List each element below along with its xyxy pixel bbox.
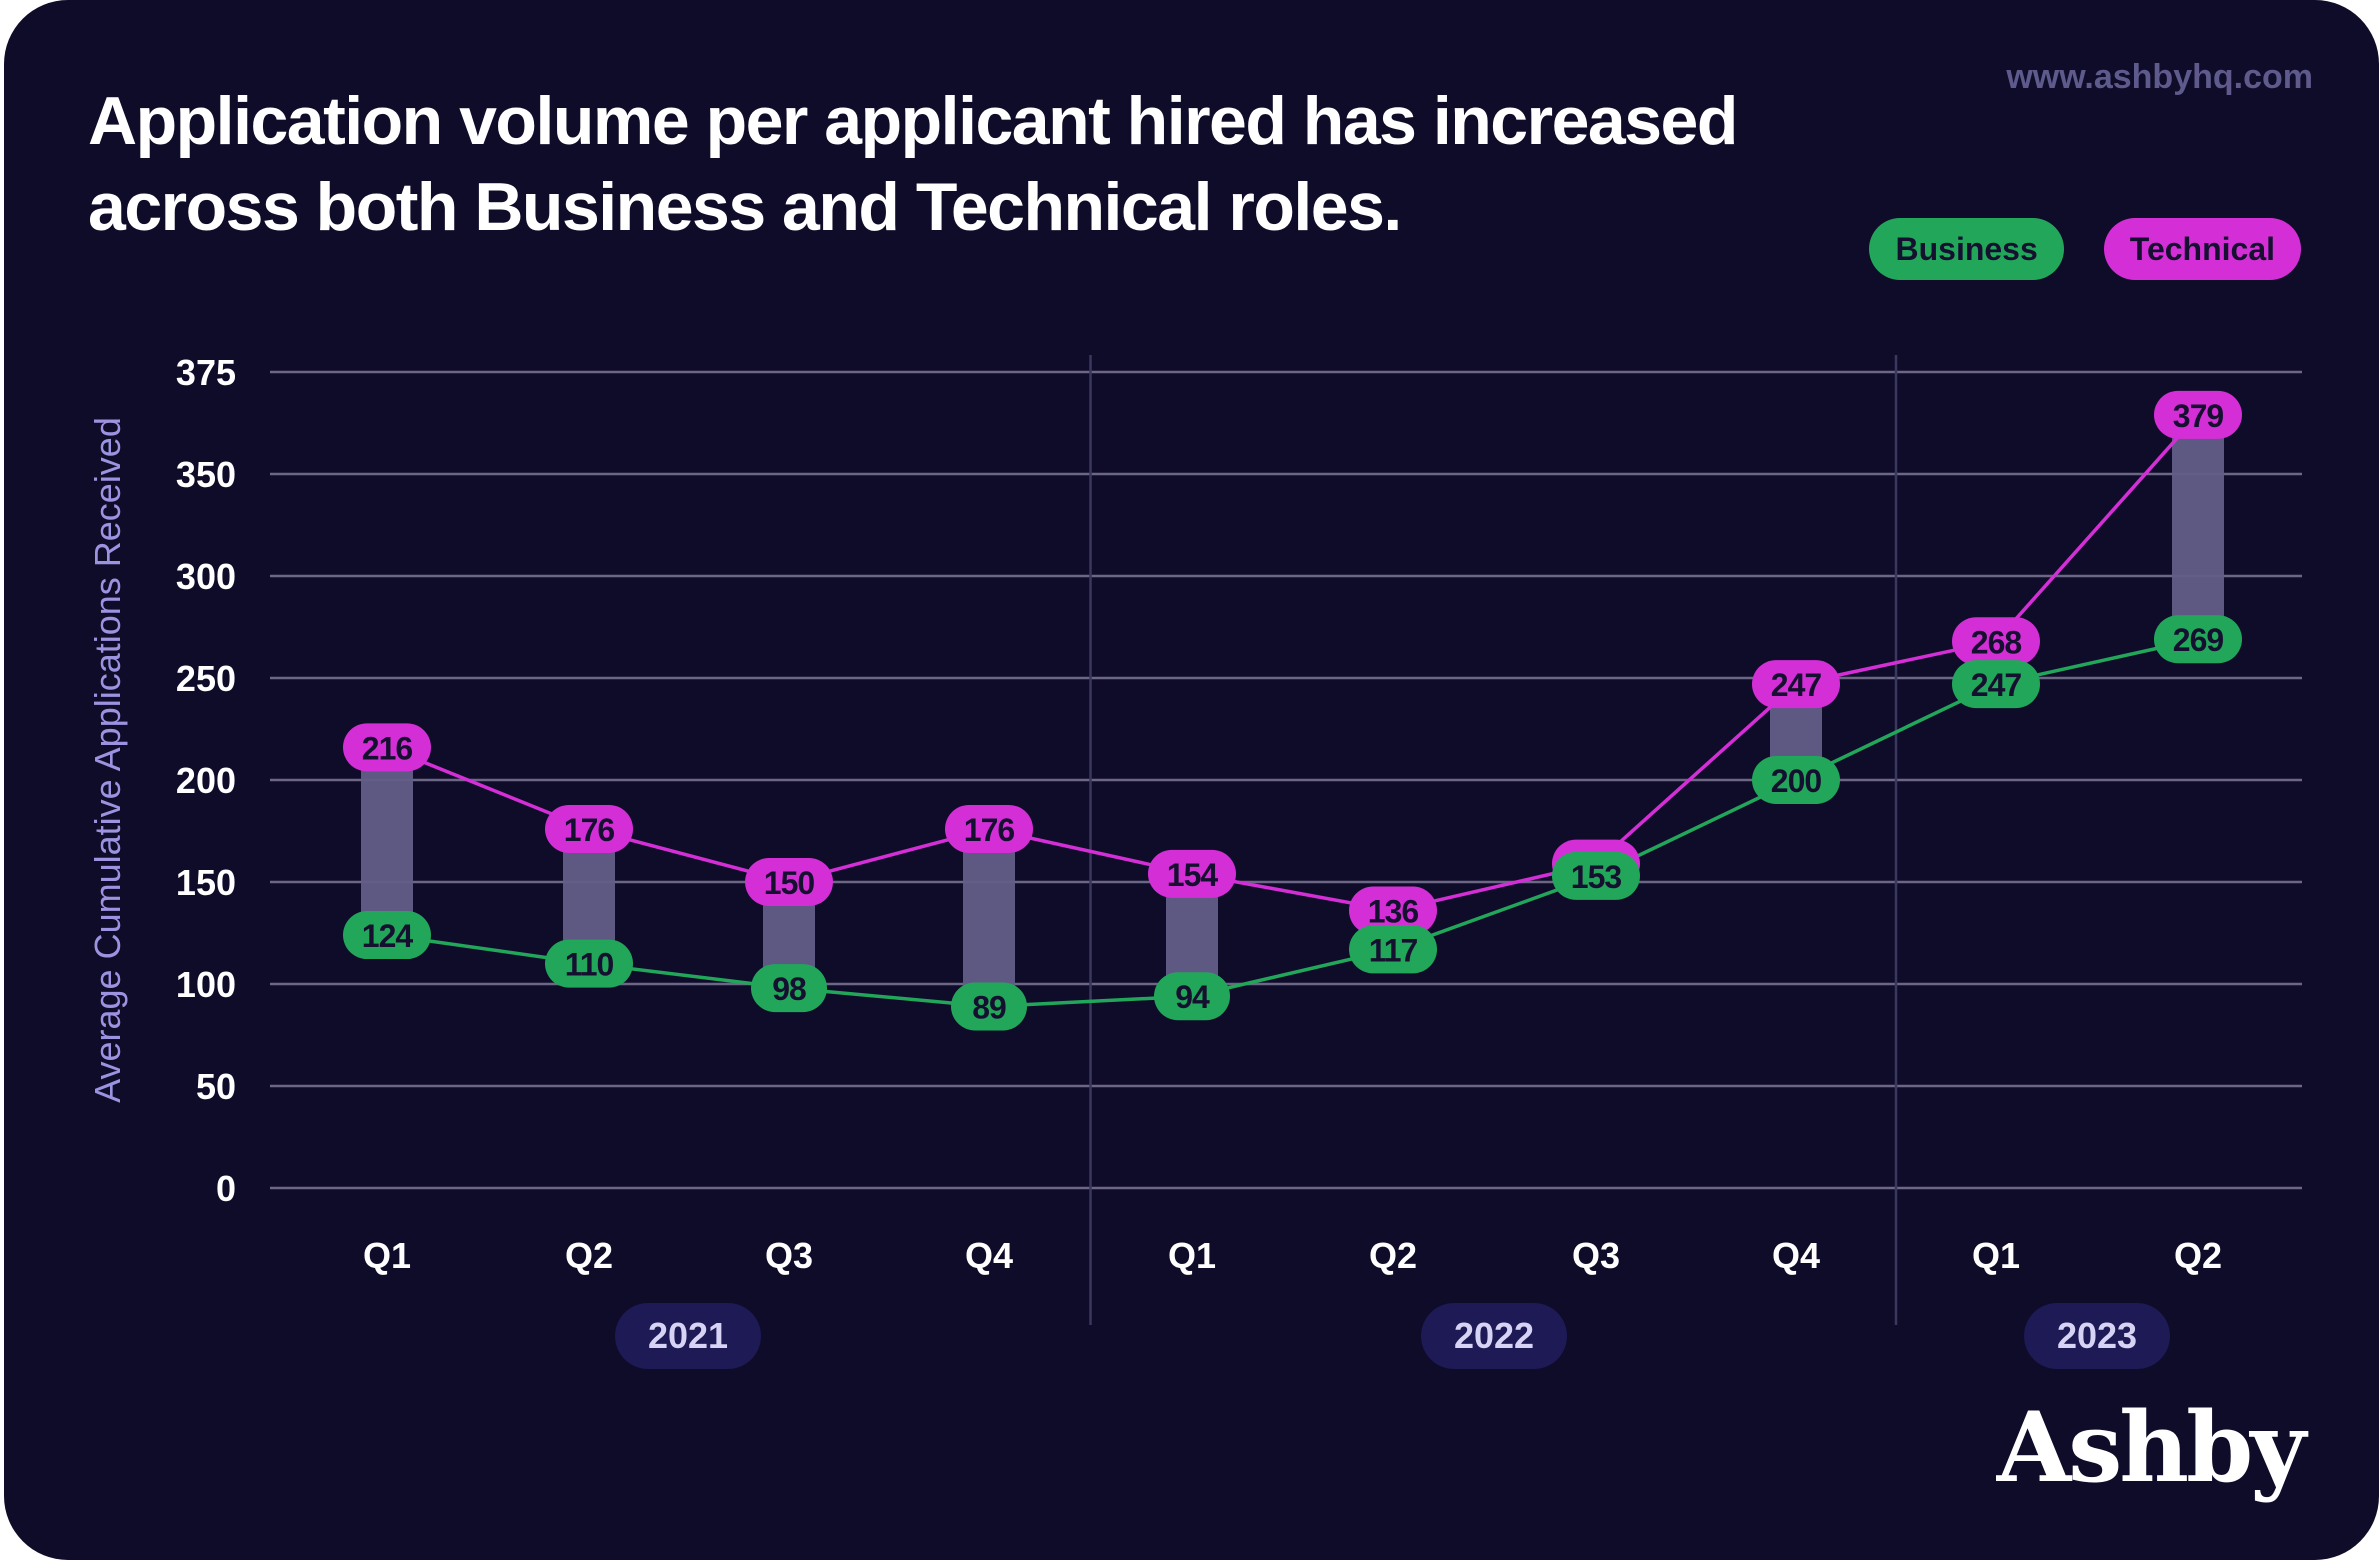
series-line-business xyxy=(386,637,2199,1009)
business-point-label: 117 xyxy=(1369,932,1418,968)
year-label: 2023 xyxy=(2057,1315,2137,1356)
business-point-label: 247 xyxy=(1971,667,2022,703)
gap-bar xyxy=(2172,414,2224,640)
y-tick-label: 375 xyxy=(176,352,236,393)
y-tick-label: 100 xyxy=(176,964,236,1005)
year-label: 2021 xyxy=(648,1315,728,1356)
business-point-label: 269 xyxy=(2173,622,2224,658)
x-tick-label: Q4 xyxy=(1772,1235,1820,1276)
gap-bar xyxy=(361,747,413,936)
y-tick-label: 300 xyxy=(176,556,236,597)
x-tick-label: Q3 xyxy=(1572,1235,1620,1276)
business-point-label: 98 xyxy=(772,971,806,1007)
y-tick-label: 200 xyxy=(176,760,236,801)
technical-point-label: 154 xyxy=(1167,857,1219,893)
technical-point-label: 247 xyxy=(1771,667,1822,703)
x-tick-label: Q2 xyxy=(2174,1235,2222,1276)
x-tick-label: Q1 xyxy=(1972,1235,2020,1276)
business-point-label: 200 xyxy=(1771,763,1822,799)
x-tick-label: Q3 xyxy=(765,1235,813,1276)
business-point-label: 89 xyxy=(972,989,1006,1025)
business-point-label: 110 xyxy=(565,947,614,983)
technical-point-label: 150 xyxy=(764,865,815,901)
business-point-label: 124 xyxy=(362,918,414,954)
technical-point-label: 379 xyxy=(2173,398,2224,434)
technical-point-label: 176 xyxy=(564,812,615,848)
technical-point-label: 136 xyxy=(1368,894,1419,930)
y-tick-label: 50 xyxy=(196,1066,236,1107)
y-tick-label: 150 xyxy=(176,862,236,903)
y-tick-label: 250 xyxy=(176,658,236,699)
technical-point-label: 268 xyxy=(1971,624,2022,660)
technical-point-label: 216 xyxy=(362,730,413,766)
x-tick-label: Q2 xyxy=(565,1235,613,1276)
business-point-label: 94 xyxy=(1175,979,1210,1015)
y-tick-label: 350 xyxy=(176,454,236,495)
x-tick-label: Q4 xyxy=(965,1235,1013,1276)
gap-bar xyxy=(963,828,1015,1007)
technical-point-label: 176 xyxy=(964,812,1015,848)
y-tick-label: 0 xyxy=(216,1168,236,1209)
year-label: 2022 xyxy=(1454,1315,1534,1356)
series-line-technical xyxy=(386,413,2200,913)
x-tick-label: Q1 xyxy=(1168,1235,1216,1276)
business-point-label: 153 xyxy=(1571,859,1622,895)
x-tick-label: Q2 xyxy=(1369,1235,1417,1276)
chart-plot: 0 50 100 150 200 250 300 350 375 2021 2022 2023 Q1 Q2… xyxy=(176,352,2302,1369)
x-tick-label: Q1 xyxy=(363,1235,411,1276)
